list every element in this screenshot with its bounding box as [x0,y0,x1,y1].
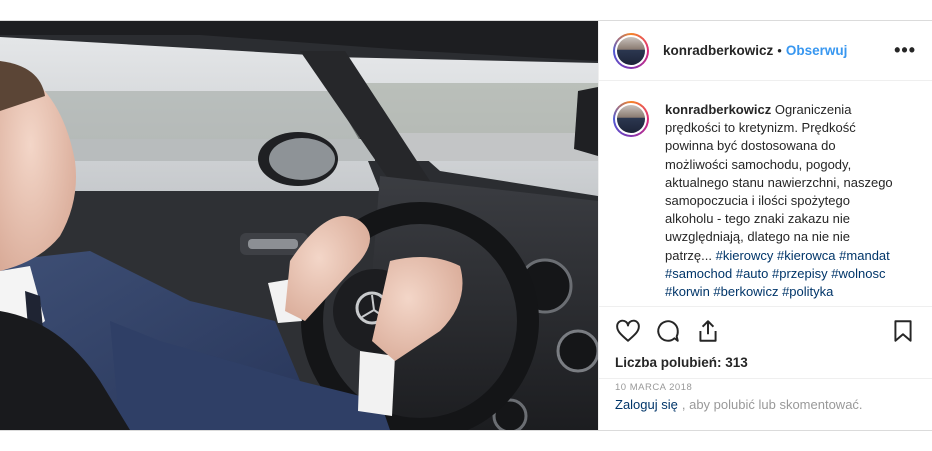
caption-avatar[interactable] [613,101,649,137]
caption-body: Ograniczenia prędkości to kretynizm. Prę… [665,102,893,263]
hashtag-link[interactable]: #mandat [839,248,890,263]
caption-text: konradberkowicz Ograniczenia prędkości t… [665,101,893,301]
caption-username-link[interactable]: konradberkowicz [665,102,771,117]
action-icons [615,315,916,347]
post-sidebar: konradberkowicz • Obserwuj ••• konradber… [598,21,932,430]
share-icon[interactable] [695,318,721,344]
hashtag-link[interactable]: #wolnosc [831,266,885,281]
hashtag-link[interactable]: #samochod [665,266,732,281]
caption: konradberkowicz Ograniczenia prędkości t… [599,81,932,301]
login-prompt-text: , aby polubić lub skomentować. [681,397,863,412]
hashtag-link[interactable]: #berkowicz [713,284,778,299]
car-interior-image [0,21,598,430]
username-link[interactable]: konradberkowicz [663,43,773,58]
hashtag-link[interactable]: #przepisy [772,266,828,281]
hashtag-link[interactable]: #auto [736,266,769,281]
avatar[interactable] [613,32,649,69]
bookmark-icon[interactable] [890,318,916,344]
comment-icon[interactable] [655,318,681,344]
hashtag-link[interactable]: #korwin [665,284,710,299]
avatar-image [617,36,645,65]
login-link[interactable]: Zaloguj się [615,397,678,412]
heart-icon[interactable] [615,318,641,344]
hashtag-link[interactable]: #polityka [782,284,833,299]
follow-button[interactable]: Obserwuj [786,43,848,58]
login-prompt: Zaloguj się , aby polubić lub skomentowa… [599,378,932,430]
post-photo[interactable] [0,21,598,430]
likes-count[interactable]: Liczba polubień: 313 [615,355,916,370]
hashtag-link[interactable]: #kierowca [777,248,836,263]
more-icon[interactable]: ••• [894,40,916,61]
instagram-post: konradberkowicz • Obserwuj ••• konradber… [0,20,932,431]
hashtag-link[interactable]: #kierowcy [716,248,774,263]
post-header: konradberkowicz • Obserwuj ••• [599,21,932,81]
separator-dot: • [777,43,782,58]
